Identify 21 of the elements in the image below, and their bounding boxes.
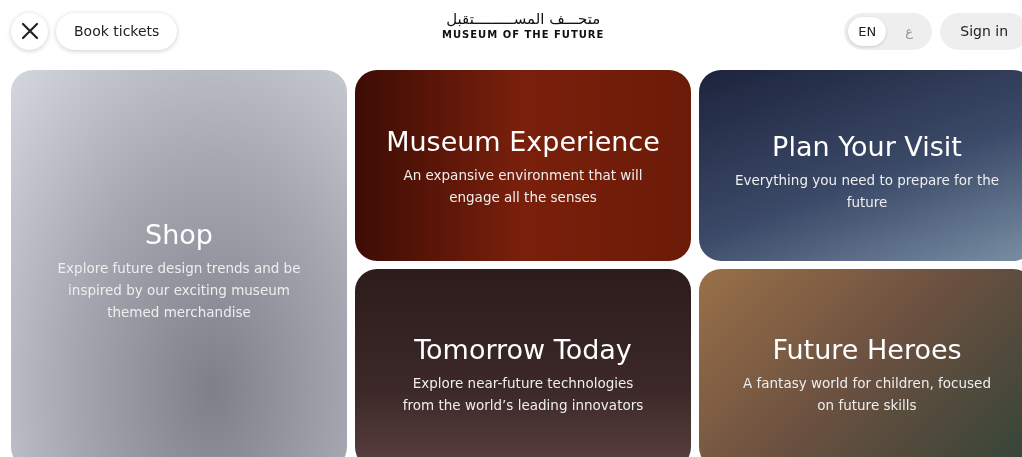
card-description: A fantasy world for children, focused on future skills (742, 374, 992, 415)
language-option[interactable]: EN (848, 16, 887, 46)
logo-text: MUSEUM OF THE FUTURE (442, 29, 605, 40)
card-title: Future Heroes (772, 333, 962, 367)
card-background[interactable]: Museum Experience An expansive environment that will engage all the senses (355, 70, 691, 261)
sign-in-button[interactable]: Sign in (940, 12, 1022, 50)
logo-arabic-text: متحـــف المســـــــــتقبل (446, 9, 601, 29)
card-title: Shop (145, 217, 213, 252)
card-title: Tomorrow Today (414, 333, 632, 367)
card-background[interactable]: Plan Your Visit Everything you need to prepare for the future (699, 70, 1022, 261)
card-description: An expansive environment that will engage all the senses (402, 165, 644, 207)
card-description: Explore near-future technologies from the world’s leading innovators (401, 374, 645, 415)
card-title: Museum Experience (386, 124, 660, 159)
card-description: Explore future design trends and be inspired by our exciting museum themed merchandise (56, 258, 302, 322)
card-background[interactable]: Tomorrow Today Explore near-future technologies from the world’s leading innovators (355, 269, 691, 457)
close-icon (20, 22, 39, 40)
close-button[interactable] (11, 12, 48, 50)
book-tickets-button[interactable]: Book tickets (56, 12, 178, 50)
card-title: Plan Your Visit (772, 129, 962, 164)
card-background[interactable]: Future Heroes A fantasy world for children, focused on future skills (699, 269, 1022, 457)
card-description: Everything you need to prepare for the future (733, 170, 1001, 212)
